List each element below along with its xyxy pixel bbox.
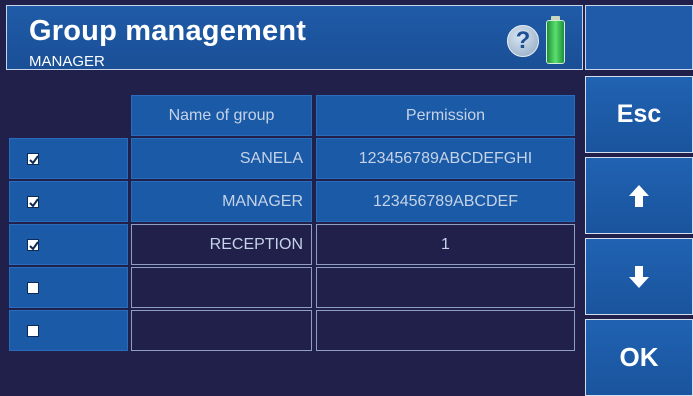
checkmark-icon — [29, 154, 39, 165]
header-bar: Group management MANAGER ? — [6, 5, 583, 70]
group-name-cell[interactable]: MANAGER — [131, 181, 312, 222]
ok-button[interactable]: OK — [585, 319, 693, 396]
row-checkbox[interactable] — [27, 152, 39, 165]
checkmark-icon — [29, 197, 39, 208]
row-select-cell — [9, 181, 128, 222]
row-checkbox[interactable] — [27, 324, 39, 337]
row-checkbox[interactable] — [27, 238, 39, 251]
row-checkbox[interactable] — [27, 195, 39, 208]
row-select-cell — [9, 138, 128, 179]
row-checkbox[interactable] — [27, 281, 39, 294]
column-header-permission: Permission — [316, 95, 575, 136]
arrow-down-icon — [629, 265, 649, 288]
group-name-cell[interactable]: SANELA — [131, 138, 312, 179]
row-select-cell — [9, 224, 128, 265]
esc-button[interactable]: Esc — [585, 76, 693, 153]
scroll-up-button[interactable] — [585, 157, 693, 234]
row-select-cell — [9, 267, 128, 308]
help-icon[interactable]: ? — [507, 25, 539, 57]
scroll-down-button[interactable] — [585, 238, 693, 315]
checkmark-icon — [29, 240, 39, 251]
permission-cell[interactable]: 1 — [316, 224, 575, 265]
permission-cell[interactable]: 123456789ABCDEFGHI — [316, 138, 575, 179]
row-select-cell — [9, 310, 128, 351]
column-header-name: Name of group — [131, 95, 312, 136]
page-subtitle: MANAGER — [29, 53, 105, 70]
permission-cell[interactable] — [316, 310, 575, 351]
top-right-panel — [585, 5, 693, 70]
group-name-cell[interactable] — [131, 267, 312, 308]
permission-cell[interactable]: 123456789ABCDEF — [316, 181, 575, 222]
group-name-cell[interactable] — [131, 310, 312, 351]
group-name-cell[interactable]: RECEPTION — [131, 224, 312, 265]
arrow-up-icon — [629, 184, 649, 207]
page-title: Group management — [29, 15, 307, 47]
permission-cell[interactable] — [316, 267, 575, 308]
battery-icon — [546, 16, 565, 64]
